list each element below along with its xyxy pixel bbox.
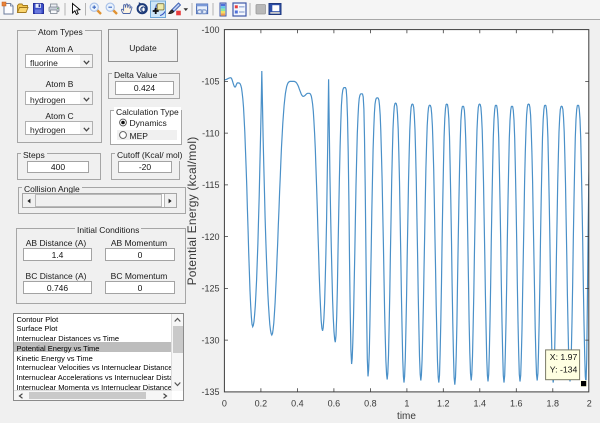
svg-text:-130: -130 [201,335,219,345]
svg-text:-135: -135 [201,387,219,397]
svg-text:-120: -120 [201,232,219,242]
svg-text:1: 1 [404,399,409,409]
svg-text:1.6: 1.6 [510,399,523,409]
svg-text:Y: -134: Y: -134 [550,365,578,375]
svg-text:-125: -125 [201,284,219,294]
svg-text:X: 1.97: X: 1.97 [550,352,578,362]
svg-text:0: 0 [222,399,227,409]
svg-text:1.8: 1.8 [547,399,560,409]
svg-text:-100: -100 [201,25,219,35]
svg-text:0.4: 0.4 [291,399,304,409]
svg-text:0.2: 0.2 [255,399,268,409]
svg-text:-105: -105 [201,77,219,87]
svg-text:1.2: 1.2 [437,399,450,409]
svg-text:1.4: 1.4 [474,399,487,409]
svg-text:time: time [397,411,416,422]
svg-text:0.6: 0.6 [328,399,341,409]
svg-text:2: 2 [587,399,592,409]
svg-text:-115: -115 [202,180,219,190]
svg-text:0.8: 0.8 [364,399,377,409]
svg-text:-110: -110 [202,128,219,138]
svg-text:Potential Energy (kcal/mol): Potential Energy (kcal/mol) [185,137,199,286]
